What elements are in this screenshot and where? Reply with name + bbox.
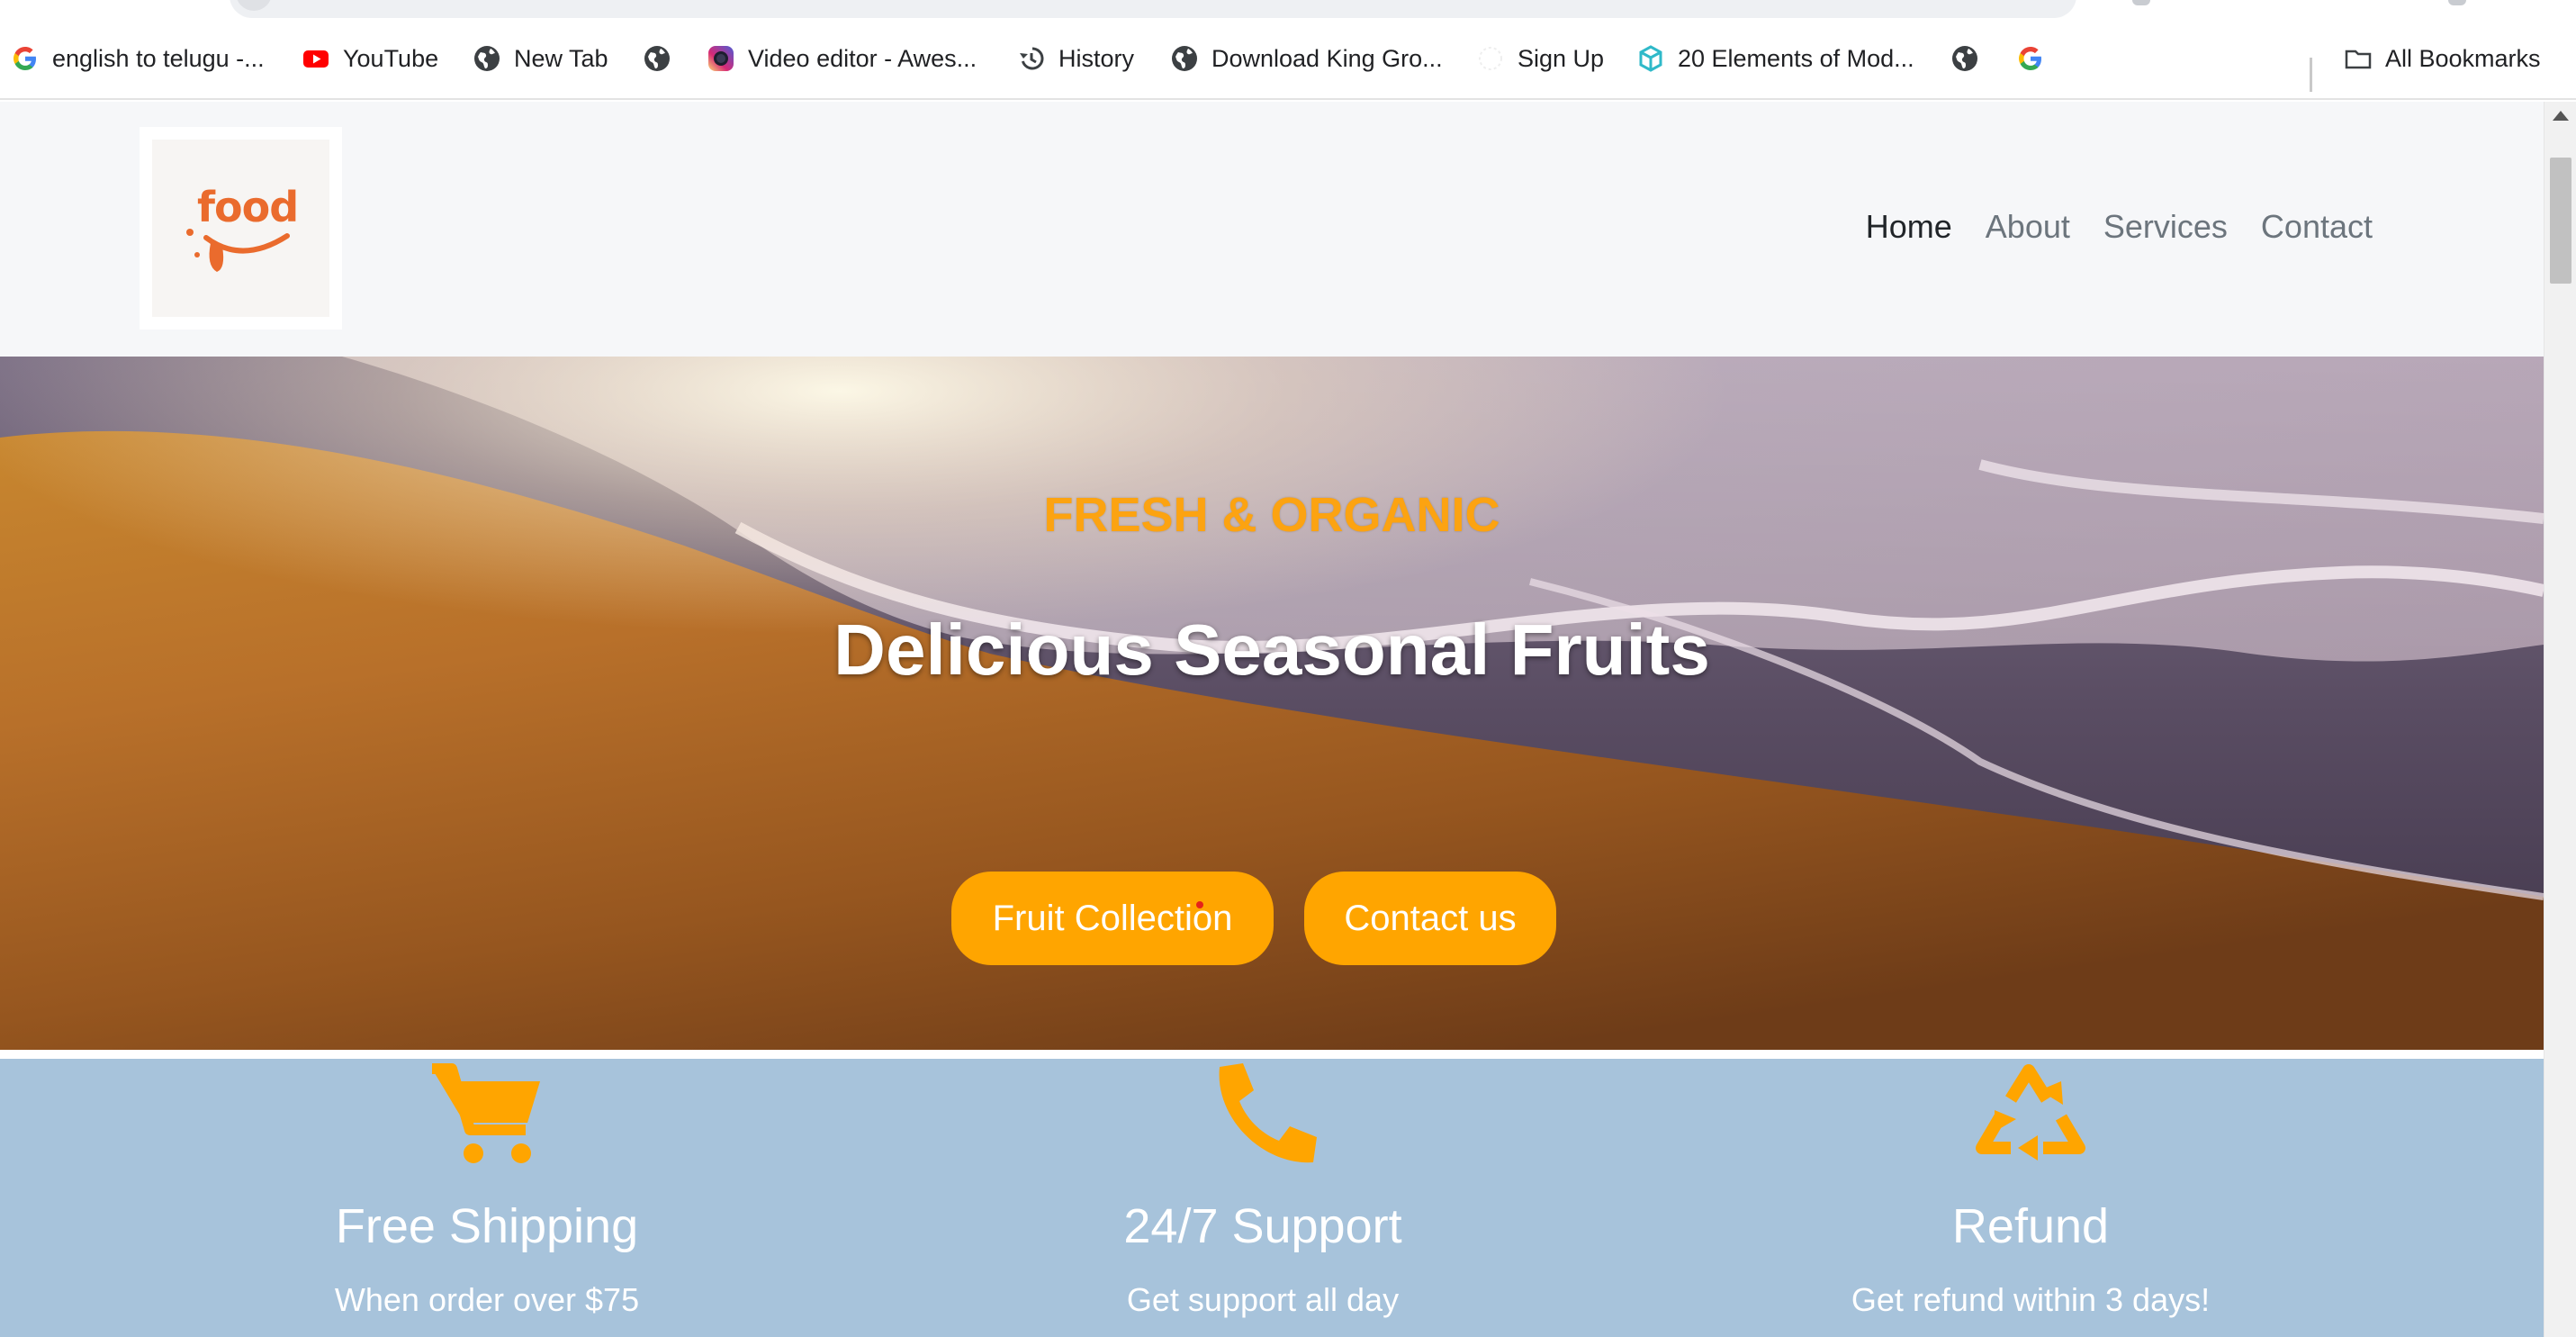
- extension-icon[interactable]: [2132, 0, 2150, 5]
- bookmark-label: Video editor - Awes...: [748, 44, 977, 72]
- feature-title: Free Shipping: [335, 1199, 639, 1253]
- feature-title: Refund: [1951, 1199, 2110, 1253]
- bookmark-history[interactable]: History: [1017, 40, 1134, 77]
- feature-subtitle: Get support all day: [1126, 1281, 1400, 1318]
- globe-icon: [1170, 44, 1199, 73]
- site-logo[interactable]: food: [140, 127, 342, 330]
- main-nav: Home About Services Contact: [1866, 208, 2373, 246]
- bookmark-label: New Tab: [514, 44, 608, 72]
- youtube-icon: [302, 44, 330, 73]
- features-section: Free Shipping When order over $75 24/7 S…: [0, 1059, 2544, 1337]
- history-icon: [1017, 44, 1046, 73]
- nav-services[interactable]: Services: [2103, 208, 2228, 246]
- fruit-collection-button[interactable]: Fruit Collection: [951, 872, 1274, 965]
- site-header: food Home About Services Contact: [0, 102, 2544, 357]
- bookmark-download-king[interactable]: Download King Gro...: [1170, 40, 1443, 77]
- bookmark-new-tab[interactable]: New Tab: [473, 40, 608, 77]
- globe-icon: [473, 44, 501, 73]
- bookmark-20-elements[interactable]: 20 Elements of Mod...: [1636, 40, 1914, 77]
- cart-icon: [432, 1063, 540, 1163]
- bookmark-label: 20 Elements of Mod...: [1678, 44, 1914, 72]
- all-bookmarks-label: All Bookmarks: [2385, 44, 2541, 72]
- hero-banner: FRESH & ORGANIC Delicious Seasonal Fruit…: [0, 357, 2544, 1050]
- feature-title: 24/7 Support: [1123, 1199, 1402, 1253]
- scroll-thumb[interactable]: [2550, 158, 2571, 284]
- globe-icon: [643, 44, 671, 73]
- bookmark-video-editor[interactable]: Video editor - Awes...: [707, 40, 977, 77]
- hero-title: Delicious Seasonal Fruits: [833, 610, 1710, 690]
- section-divider: [0, 1050, 2544, 1059]
- feature-subtitle: Get refund within 3 days!: [1851, 1281, 2211, 1318]
- bookmarks-separator: [2310, 58, 2312, 92]
- bookmark-label: english to telugu -...: [52, 44, 265, 72]
- folder-icon: [2344, 44, 2373, 73]
- hero-eyebrow: FRESH & ORGANIC: [1043, 488, 1500, 542]
- page-scrollbar[interactable]: [2544, 102, 2576, 1337]
- feature-subtitle: When order over $75: [334, 1281, 640, 1318]
- bookmark-label: Download King Gro...: [1211, 44, 1443, 72]
- address-bar[interactable]: [230, 0, 2076, 18]
- bookmark-sign-up[interactable]: Sign Up: [1476, 40, 1604, 77]
- bookmark-youtube[interactable]: YouTube: [302, 40, 438, 77]
- bookmark-google[interactable]: [2016, 40, 2058, 77]
- nav-about[interactable]: About: [1986, 208, 2070, 246]
- all-bookmarks-button[interactable]: All Bookmarks: [2344, 40, 2541, 77]
- page-viewport: food Home About Services Contact FRESH &…: [0, 102, 2544, 1337]
- bookmark-english-to-telugu[interactable]: english to telugu -...: [11, 40, 265, 77]
- bookmark-label: Sign Up: [1518, 44, 1605, 72]
- hero-content: FRESH & ORGANIC Delicious Seasonal Fruit…: [0, 357, 2544, 1050]
- nav-home[interactable]: Home: [1866, 208, 1952, 246]
- bookmark-label: History: [1058, 44, 1135, 72]
- logo-smile-icon: [186, 229, 290, 272]
- scroll-up-arrow-icon[interactable]: [2553, 111, 2569, 121]
- bookmarks-bar: english to telugu -... YouTube New Tab V…: [0, 18, 2576, 100]
- recycle-icon: [1976, 1064, 2085, 1161]
- bookmark-globe[interactable]: [643, 40, 684, 77]
- profile-icon[interactable]: [2448, 0, 2466, 5]
- phone-icon: [1219, 1063, 1317, 1163]
- blank-icon: [1476, 44, 1505, 73]
- cursor-dot: [1196, 901, 1203, 908]
- google-g-icon: [11, 44, 40, 73]
- bookmark-globe-2[interactable]: [1950, 40, 1992, 77]
- nav-contact[interactable]: Contact: [2261, 208, 2373, 246]
- contact-us-button[interactable]: Contact us: [1304, 872, 1556, 965]
- globe-icon: [1950, 44, 1979, 73]
- browser-toolbar: [0, 0, 2576, 18]
- instagram-icon: [707, 44, 735, 73]
- google-g-icon: [2016, 44, 2045, 73]
- bookmark-label: YouTube: [343, 44, 439, 72]
- cube-icon: [1636, 44, 1665, 73]
